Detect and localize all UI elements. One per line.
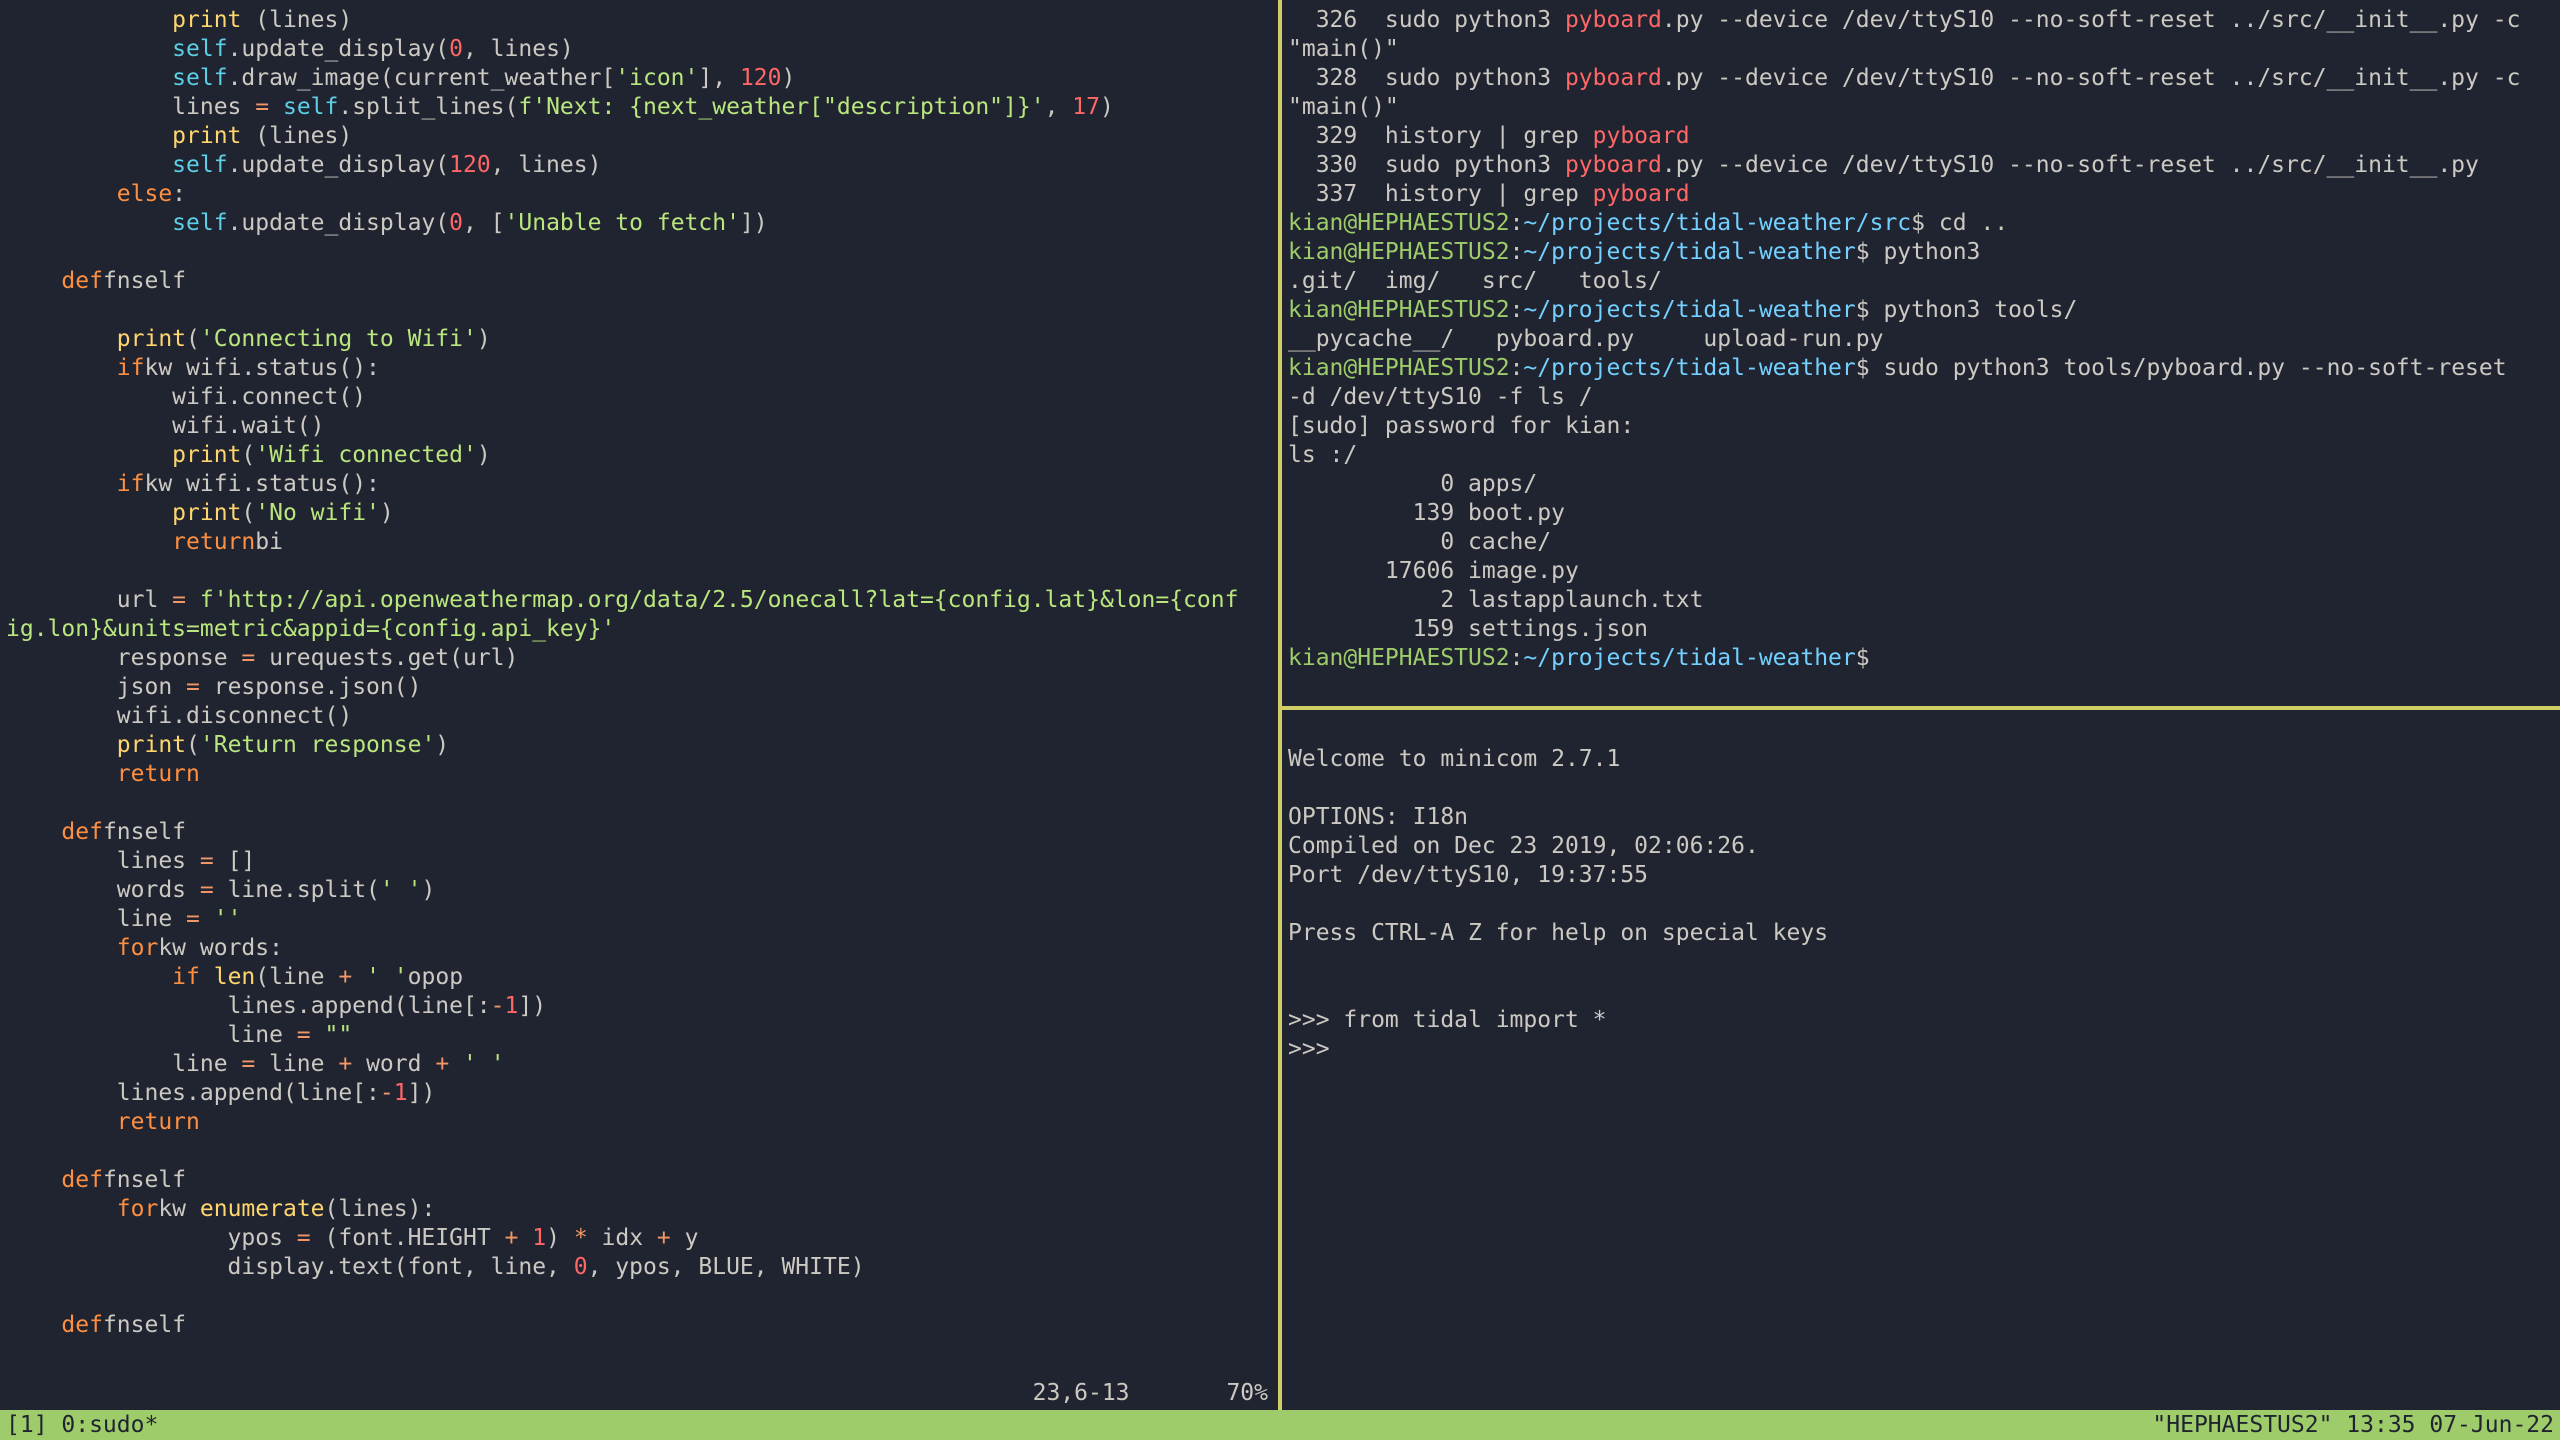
editor-pane[interactable]: print (lines) self.update_display(0, lin… [0,0,1278,1410]
shell-output: 326 sudo python3 pyboard.py --device /de… [1288,6,2554,673]
tmux-status-bar: [1] 0:sudo* "HEPHAESTUS2" 13:35 07-Jun-2… [0,1410,2560,1440]
screen: print (lines) self.update_display(0, lin… [0,0,2560,1440]
terminal-pane-top[interactable]: 326 sudo python3 pyboard.py --device /de… [1282,0,2560,706]
minicom-output: Welcome to minicom 2.7.1 OPTIONS: I18nCo… [1288,716,2554,1064]
vim-ruler: 23,6-13 70% [1033,1379,1268,1408]
python-source: print (lines) self.update_display(0, lin… [6,6,1272,1340]
tmux-status-left: [1] 0:sudo* [6,1411,2152,1440]
right-column: 326 sudo python3 pyboard.py --device /de… [1282,0,2560,1410]
terminal-pane-bottom[interactable]: Welcome to minicom 2.7.1 OPTIONS: I18nCo… [1282,710,2560,1410]
tmux-status-right: "HEPHAESTUS2" 13:35 07-Jun-22 [2152,1411,2554,1440]
